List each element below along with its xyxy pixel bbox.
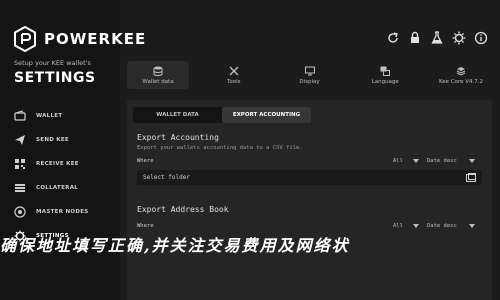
chevron-down-icon xyxy=(413,159,419,163)
where-label: Where xyxy=(137,158,154,164)
select-folder-input[interactable]: Select folder xyxy=(137,170,482,185)
tab-label: Language xyxy=(371,78,399,85)
setup-subtitle: Setup your KEE wallet's xyxy=(14,59,91,67)
send-icon xyxy=(15,135,25,145)
wallet-icon xyxy=(14,110,26,121)
powerkee-logo-icon xyxy=(14,26,36,52)
logo: POWERKEE xyxy=(14,26,146,52)
sidebar-item-send-kee[interactable]: SEND KEE xyxy=(14,128,118,152)
where-label: Where xyxy=(137,223,154,229)
display-icon xyxy=(304,66,315,75)
tab-display[interactable]: Display xyxy=(279,61,341,89)
subtabs: WALLET DATA EXPORT ACCOUNTING xyxy=(133,107,311,123)
sidebar-item-label: WALLET xyxy=(36,113,63,119)
sidebar-item-receive-kee[interactable]: RECEIVE KEE xyxy=(14,152,118,176)
export-address-book-section: Export Address Book Where All Date desc xyxy=(137,205,482,232)
tab-label: Wallet data xyxy=(142,78,174,85)
tab-label: Display xyxy=(299,78,320,85)
where-row: Where All Date desc xyxy=(137,155,482,167)
info-icon[interactable] xyxy=(474,31,488,45)
folder-icon[interactable] xyxy=(466,173,476,182)
receive-icon xyxy=(15,159,25,169)
filter-value: All xyxy=(393,158,403,164)
where-row: Where All Date desc xyxy=(137,220,482,232)
tab-language[interactable]: Language xyxy=(354,61,416,89)
refresh-icon[interactable] xyxy=(386,31,400,45)
sort-select[interactable]: Date desc xyxy=(427,155,475,167)
collateral-icon xyxy=(15,184,25,192)
sort-select[interactable]: Date desc xyxy=(427,220,475,232)
sidebar-item-master-nodes[interactable]: MASTER NODES xyxy=(14,200,118,224)
sidebar-nav: WALLET SEND KEE RECEIVE KEE COLLATERAL M… xyxy=(14,104,118,248)
select-folder-placeholder: Select folder xyxy=(143,174,190,181)
sidebar-item-wallet[interactable]: WALLET xyxy=(14,104,118,128)
chevron-down-icon xyxy=(469,159,475,163)
sidebar-item-label: COLLATERAL xyxy=(36,185,79,191)
tab-label: Kee Core V4.7.2 xyxy=(438,78,484,85)
sort-value: Date desc xyxy=(427,158,457,164)
settings-tabs: Wallet data Tools Display Language Kee C… xyxy=(127,61,492,89)
sort-value: Date desc xyxy=(427,223,457,229)
filter-select[interactable]: All xyxy=(393,155,419,167)
tab-tools[interactable]: Tools xyxy=(203,61,265,89)
overlay-caption: 确保地址填写正确,并关注交易费用及网络状 xyxy=(0,236,350,255)
subtab-export-accounting[interactable]: EXPORT ACCOUNTING xyxy=(222,107,311,123)
gear-icon[interactable] xyxy=(452,31,466,45)
tab-label: Tools xyxy=(226,78,241,85)
section-description: Export your wallets accounting data to a… xyxy=(137,145,303,151)
sidebar-item-collateral[interactable]: COLLATERAL xyxy=(14,176,118,200)
section-title: Export Address Book xyxy=(137,205,229,214)
page-title: SETTINGS xyxy=(14,70,96,86)
sidebar-item-label: RECEIVE KEE xyxy=(36,161,79,167)
sidebar-item-label: MASTER NODES xyxy=(36,209,89,215)
master-nodes-icon xyxy=(14,206,26,218)
chevron-down-icon xyxy=(469,224,475,228)
database-icon xyxy=(153,66,163,76)
tab-wallet-data[interactable]: Wallet data xyxy=(127,61,189,89)
lock-icon[interactable] xyxy=(408,31,422,45)
flask-icon[interactable] xyxy=(430,31,444,45)
section-title: Export Accounting xyxy=(137,133,219,142)
content-panel: WALLET DATA EXPORT ACCOUNTING Export Acc… xyxy=(127,100,492,300)
subtab-wallet-data[interactable]: WALLET DATA xyxy=(133,107,222,123)
kee-core-icon xyxy=(456,66,466,76)
sidebar-item-label: SEND KEE xyxy=(36,137,69,143)
chevron-down-icon xyxy=(413,224,419,228)
brand-name: POWERKEE xyxy=(44,30,147,48)
filter-value: All xyxy=(393,223,403,229)
tools-icon xyxy=(229,66,239,75)
topbar-icons xyxy=(386,31,488,45)
filter-select[interactable]: All xyxy=(393,220,419,232)
tab-kee-core[interactable]: Kee Core V4.7.2 xyxy=(430,61,492,89)
language-icon xyxy=(380,66,391,76)
export-accounting-section: Export Accounting Export your wallets ac… xyxy=(137,133,482,185)
